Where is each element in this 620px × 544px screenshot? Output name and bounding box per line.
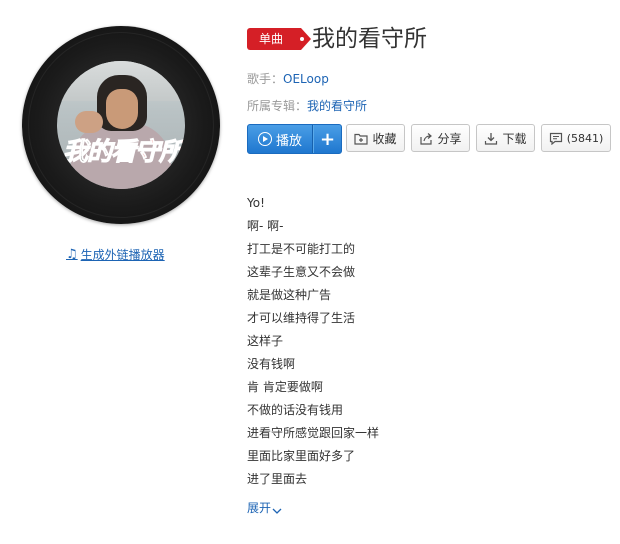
lyric-line: 这辈子生意又不会做 — [247, 265, 356, 279]
lyrics-block: Yo! 啊- 啊- 打工是不可能打工的 这辈子生意又不会做 就是做这种广告 才可… — [247, 195, 379, 494]
singer-label: 歌手： — [247, 72, 284, 86]
share-label: 分享 — [437, 131, 462, 146]
collect-button[interactable]: 收藏 — [346, 124, 405, 152]
lyric-line: Yo! — [247, 196, 265, 210]
album-row: 所属专辑：我的看守所 — [247, 97, 367, 114]
lyric-line: 里面比家里面好多了 — [247, 449, 356, 463]
lyric-line: 才可以维持得了生活 — [247, 311, 356, 325]
cover-person-face — [106, 89, 138, 129]
lyric-line: 这样子 — [247, 334, 284, 348]
lyric-line: 进了里面去 — [247, 472, 308, 486]
play-button[interactable]: 播放 — [248, 125, 313, 153]
comment-button[interactable]: (5841) — [541, 124, 611, 152]
download-button[interactable]: 下载 — [476, 124, 535, 152]
lyric-line: 啊- 啊- — [247, 219, 284, 233]
add-to-playlist-button[interactable]: + — [313, 125, 341, 153]
cover-title-black: 我的 — [62, 137, 112, 167]
play-button-group: 播放 + — [247, 124, 342, 154]
cover-title-red: 看守所 — [111, 137, 185, 167]
single-badge: 单曲 — [247, 28, 311, 50]
collect-label: 收藏 — [372, 131, 397, 146]
external-player-label: 生成外链播放器 — [80, 248, 165, 262]
share-icon — [419, 132, 433, 145]
lyric-line: 进看守所感觉跟回家一样 — [247, 426, 380, 440]
song-title: 我的看守所 — [312, 26, 427, 52]
singer-row: 歌手：OELoop — [247, 70, 329, 87]
single-badge-label: 单曲 — [259, 32, 284, 46]
chevron-down-icon — [272, 504, 282, 514]
add-folder-icon — [354, 132, 369, 145]
badge-dot — [300, 37, 304, 41]
lyric-line: 就是做这种广告 — [247, 288, 332, 302]
album-cover: 我的看守所 — [57, 61, 185, 189]
lyric-line: 没有钱啊 — [247, 357, 296, 371]
play-circle-icon — [257, 132, 272, 146]
comment-count: (5841) — [566, 131, 604, 145]
music-note-icon: ♫ — [66, 247, 78, 262]
lyric-line: 肯 肯定要做啊 — [247, 380, 323, 394]
album-disc: 我的看守所 — [22, 26, 220, 224]
lyric-line: 不做的话没有钱用 — [247, 403, 344, 417]
singer-link[interactable]: OELoop — [283, 72, 329, 86]
download-label: 下载 — [502, 131, 527, 146]
lyric-line: 打工是不可能打工的 — [247, 242, 356, 256]
external-player-link[interactable]: ♫ 生成外链播放器 — [66, 246, 165, 263]
expand-label: 展开 — [247, 501, 272, 515]
cover-person-hand — [75, 111, 103, 133]
cover-title-art: 我的看守所 — [62, 137, 185, 167]
play-label: 播放 — [275, 133, 302, 149]
album-link[interactable]: 我的看守所 — [307, 99, 367, 113]
album-label: 所属专辑： — [247, 99, 308, 113]
share-button[interactable]: 分享 — [411, 124, 470, 152]
download-icon — [484, 132, 498, 145]
comment-icon — [549, 132, 562, 145]
expand-lyrics-button[interactable]: 展开 — [247, 499, 282, 516]
